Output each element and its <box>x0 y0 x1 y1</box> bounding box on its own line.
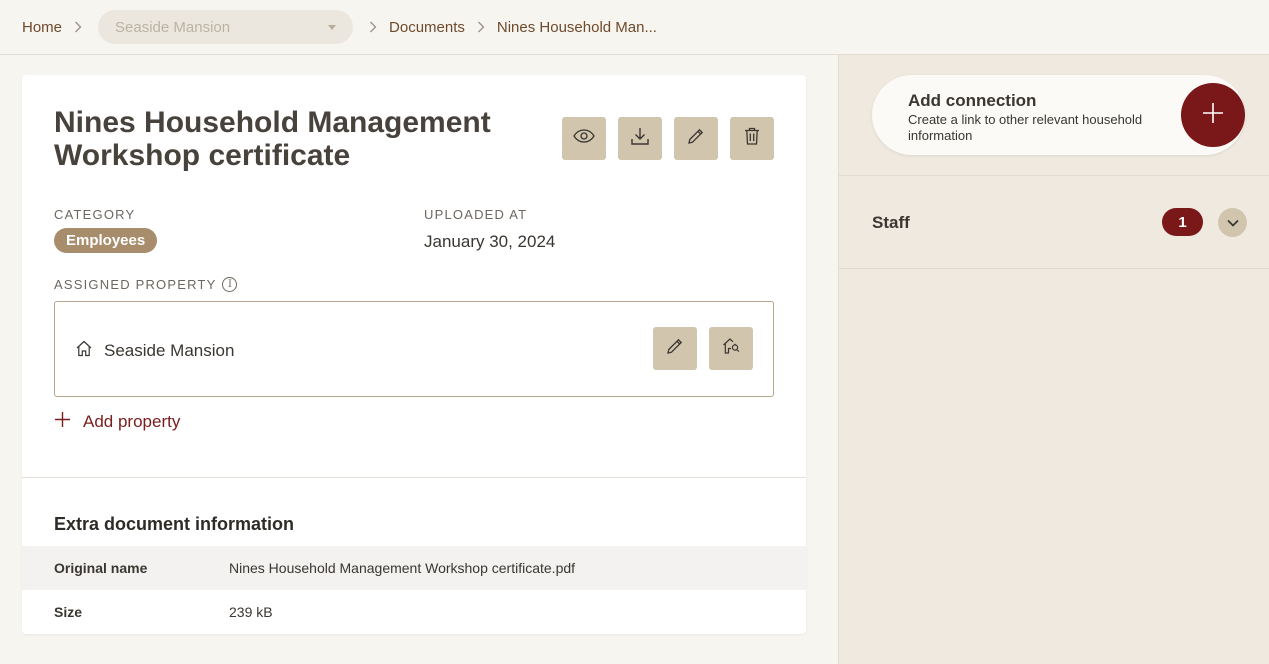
breadcrumb-current: Nines Household Man... <box>496 18 657 36</box>
info-icon[interactable]: i <box>222 277 238 292</box>
staff-section[interactable]: Staff 1 <box>839 176 1269 268</box>
document-card: Nines Household Management Workshop cert… <box>22 75 806 634</box>
connections-panel: Add connection Create a link to other re… <box>838 55 1269 664</box>
assigned-property: Seaside Mansion <box>75 340 234 362</box>
uploaded-label: UPLOADED AT <box>424 207 528 222</box>
top-bar: Home Seaside Mansion Documents Nines Hou… <box>0 0 1269 55</box>
category-badge: Employees <box>54 228 158 253</box>
chevron-down-icon <box>1226 214 1239 232</box>
download-button[interactable] <box>618 117 662 160</box>
info-row: Size 239 kB <box>22 590 806 634</box>
plus-icon <box>1201 101 1225 130</box>
document-actions <box>562 117 774 160</box>
chevron-right-icon <box>363 17 383 37</box>
add-property-label: Add property <box>83 412 181 431</box>
add-connection-subtitle: Create a link to other relevant househol… <box>908 112 1143 143</box>
property-select[interactable]: Seaside Mansion <box>98 10 354 44</box>
divider <box>22 477 806 478</box>
category-label: CATEGORY <box>54 207 136 222</box>
delete-button[interactable] <box>730 117 774 160</box>
info-value: 239 kB <box>229 604 273 620</box>
house-search-icon <box>722 337 740 360</box>
chevron-right-icon <box>68 17 88 37</box>
page-title: Nines Household Management Workshop cert… <box>54 106 491 172</box>
plus-icon <box>54 411 71 433</box>
assigned-property-label: ASSIGNED PROPERTY <box>54 277 217 292</box>
add-property-button[interactable]: Add property <box>54 411 180 433</box>
pencil-icon <box>687 127 705 150</box>
info-row: Original name Nines Household Management… <box>22 546 806 590</box>
add-connection-button[interactable] <box>1181 83 1245 147</box>
add-connection-card[interactable]: Add connection Create a link to other re… <box>872 75 1245 155</box>
uploaded-value: January 30, 2024 <box>424 232 556 251</box>
info-value: Nines Household Management Workshop cert… <box>229 560 576 576</box>
assigned-property-name: Seaside Mansion <box>104 341 235 360</box>
info-key: Original name <box>54 560 148 576</box>
staff-label: Staff <box>872 213 910 232</box>
download-icon <box>630 126 650 151</box>
breadcrumb-documents[interactable]: Documents <box>389 19 465 36</box>
caret-down-icon <box>328 24 337 30</box>
edit-button[interactable] <box>674 117 718 160</box>
breadcrumb-home[interactable]: Home <box>22 19 62 36</box>
assigned-property-label-row: ASSIGNED PROPERTY i <box>54 277 238 292</box>
chevron-right-icon <box>471 17 491 37</box>
trash-icon <box>744 127 760 150</box>
house-icon <box>75 340 93 362</box>
extra-info-title: Extra document information <box>54 514 295 534</box>
staff-expand-button[interactable] <box>1218 208 1247 237</box>
info-key: Size <box>54 604 83 620</box>
staff-count-badge: 1 <box>1162 208 1203 236</box>
divider <box>839 268 1269 269</box>
edit-property-button[interactable] <box>653 327 697 370</box>
pencil-icon <box>666 337 684 360</box>
property-select-value: Seaside Mansion <box>115 18 231 36</box>
eye-icon <box>573 129 595 148</box>
view-button[interactable] <box>562 117 606 160</box>
open-property-button[interactable] <box>709 327 753 370</box>
add-connection-title: Add connection <box>908 91 1037 110</box>
assigned-property-box: Seaside Mansion <box>54 301 774 397</box>
property-actions <box>653 327 753 370</box>
